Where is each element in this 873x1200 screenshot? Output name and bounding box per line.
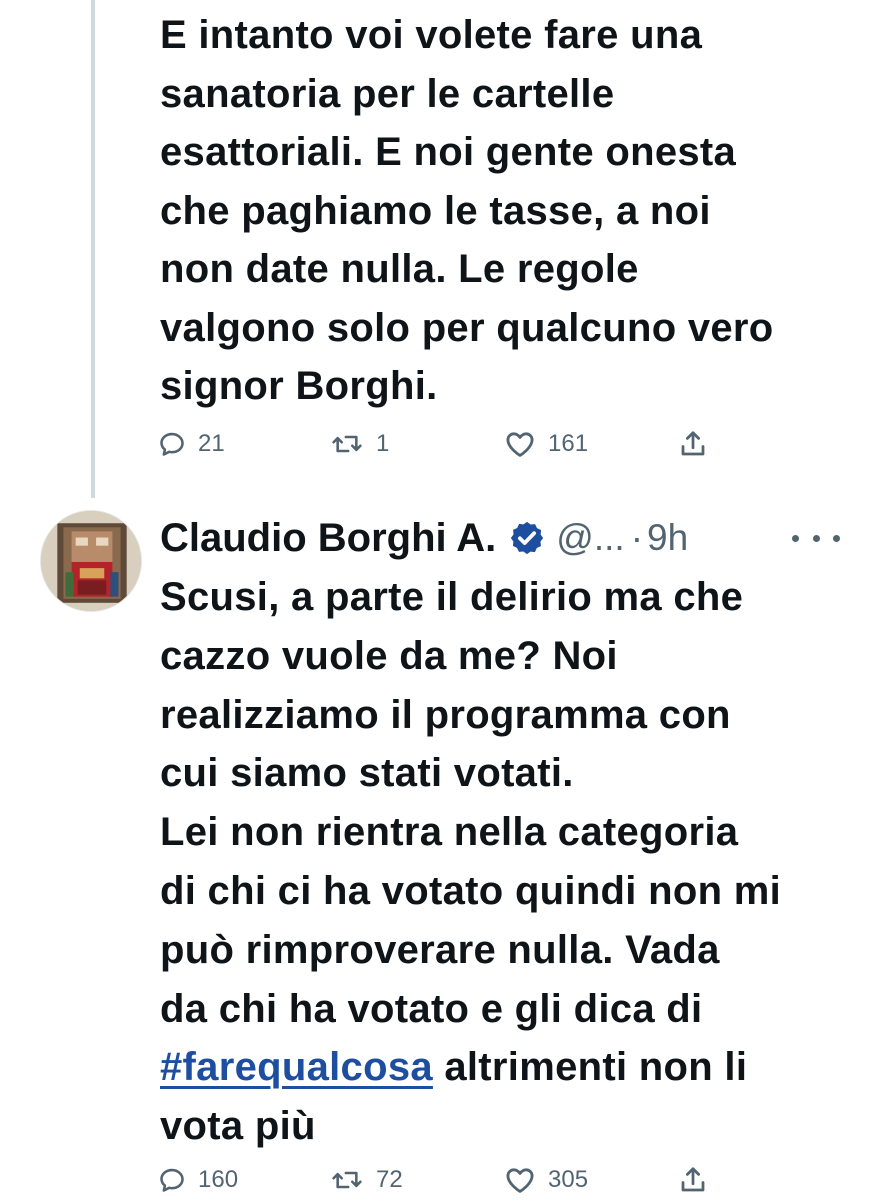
reply-button[interactable]: 160 [158,1160,238,1200]
tweet-text: E intanto voi volete fare una sanatoria … [160,13,774,408]
like-count: 305 [548,1166,589,1193]
share-icon [681,431,705,456]
more-options-button[interactable] [792,523,840,553]
like-button[interactable]: 305 [504,1160,588,1200]
reply-icon [160,1168,184,1192]
like-button[interactable]: 161 [504,424,588,464]
reply-text-body: Scusi, a parte il delirio ma che cazzo v… [160,575,782,1031]
reply-tweet-text: Scusi, a parte il delirio ma che cazzo v… [160,568,860,1156]
share-icon [681,1167,705,1192]
verified-badge-icon [511,521,544,555]
tweet-timestamp[interactable]: 9h [647,517,688,559]
heart-icon [506,432,534,457]
share-button[interactable] [678,424,708,464]
retweet-count: 72 [376,1166,403,1193]
retweet-count: 1 [376,430,390,457]
avatar-image [41,511,141,611]
like-count: 161 [548,430,589,457]
avatar[interactable] [40,510,142,612]
reply-count: 160 [198,1166,239,1193]
tweet-actions-bar: 160 72 305 [158,1160,718,1200]
reply-icon [160,432,184,456]
retweet-button[interactable]: 1 [330,424,389,464]
retweet-icon [332,1171,362,1189]
reply-count: 21 [198,430,225,457]
retweet-button[interactable]: 72 [330,1160,403,1200]
header-separator: · [630,517,644,558]
share-button[interactable] [678,1160,708,1200]
thread-connector-line [91,0,95,498]
tweet-header: Claudio Borghi A. @... · 9h [160,510,688,566]
retweet-icon [332,435,362,453]
tweet-actions-bar: 21 1 161 [158,424,718,464]
hashtag-link[interactable]: #farequalcosa [160,1045,433,1089]
heart-icon [506,1168,534,1193]
more-options-icon [812,534,820,542]
author-handle[interactable]: @... [556,517,624,559]
author-name[interactable]: Claudio Borghi A. [160,516,496,561]
reply-button[interactable]: 21 [158,424,225,464]
more-options-icon [792,534,799,542]
more-options-icon [833,534,840,542]
